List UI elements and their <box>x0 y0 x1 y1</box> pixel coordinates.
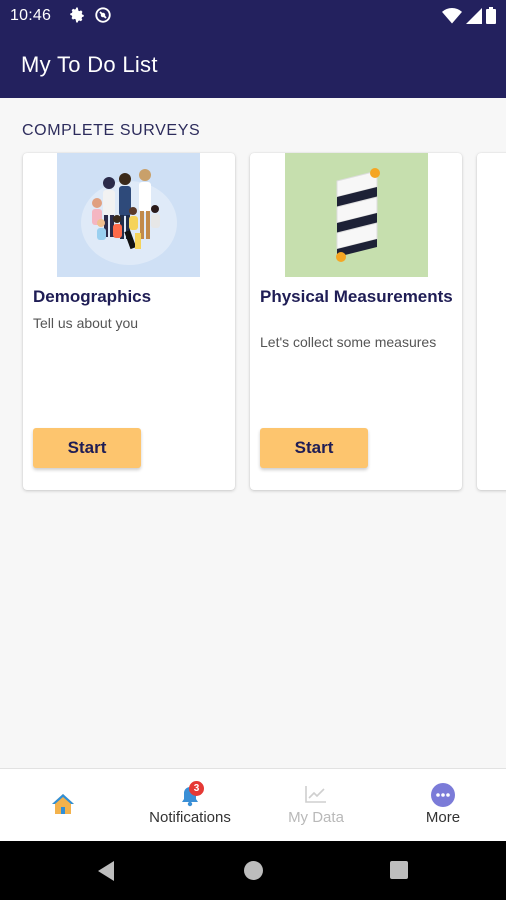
start-button[interactable]: Start <box>260 428 368 468</box>
home-icon <box>52 794 74 814</box>
nav-my-data[interactable]: My Data <box>253 769 379 842</box>
start-button[interactable]: Start <box>33 428 141 468</box>
notification-badge: 3 <box>189 781 204 796</box>
nav-notifications[interactable]: 3 Notifications <box>127 769 253 842</box>
battery-icon <box>486 7 496 24</box>
survey-card-physical-measurements[interactable]: Physical Measurements Let's collect some… <box>250 153 462 490</box>
back-icon[interactable] <box>96 860 116 882</box>
home-button[interactable] <box>244 861 263 880</box>
signal-icon <box>466 7 482 24</box>
section-title: COMPLETE SURVEYS <box>22 122 201 139</box>
more-icon <box>431 783 455 807</box>
status-time: 10:46 <box>10 7 52 24</box>
card-description: Tell us about you <box>33 315 139 331</box>
nav-label: Notifications <box>149 809 231 826</box>
page-title: My To Do List <box>21 52 158 77</box>
chart-line-icon <box>305 786 326 803</box>
measuring-tape-illustration <box>285 153 428 277</box>
bottom-navigation: 3 Notifications My Data More <box>0 768 506 842</box>
nav-more[interactable]: More <box>380 769 506 842</box>
nav-home[interactable] <box>0 769 126 842</box>
app-bar: My To Do List <box>0 32 506 98</box>
nav-label: More <box>425 809 461 826</box>
card-title: Physical Measurements <box>260 287 453 306</box>
card-description: Let's collect some measures <box>260 334 437 350</box>
recent-apps-button[interactable] <box>390 861 408 879</box>
survey-card-demographics[interactable]: Demographics Tell us about you Start <box>23 153 235 490</box>
system-navigation-bar <box>0 841 506 900</box>
wifi-icon <box>442 7 462 23</box>
dnd-icon <box>94 6 112 29</box>
survey-card-partial[interactable] <box>477 153 506 490</box>
status-bar: 10:46 <box>0 0 506 32</box>
status-icons <box>442 7 496 24</box>
demographics-illustration <box>57 153 200 277</box>
card-title: Demographics <box>33 287 152 306</box>
nav-label: My Data <box>288 809 344 826</box>
settings-icon <box>68 6 86 29</box>
